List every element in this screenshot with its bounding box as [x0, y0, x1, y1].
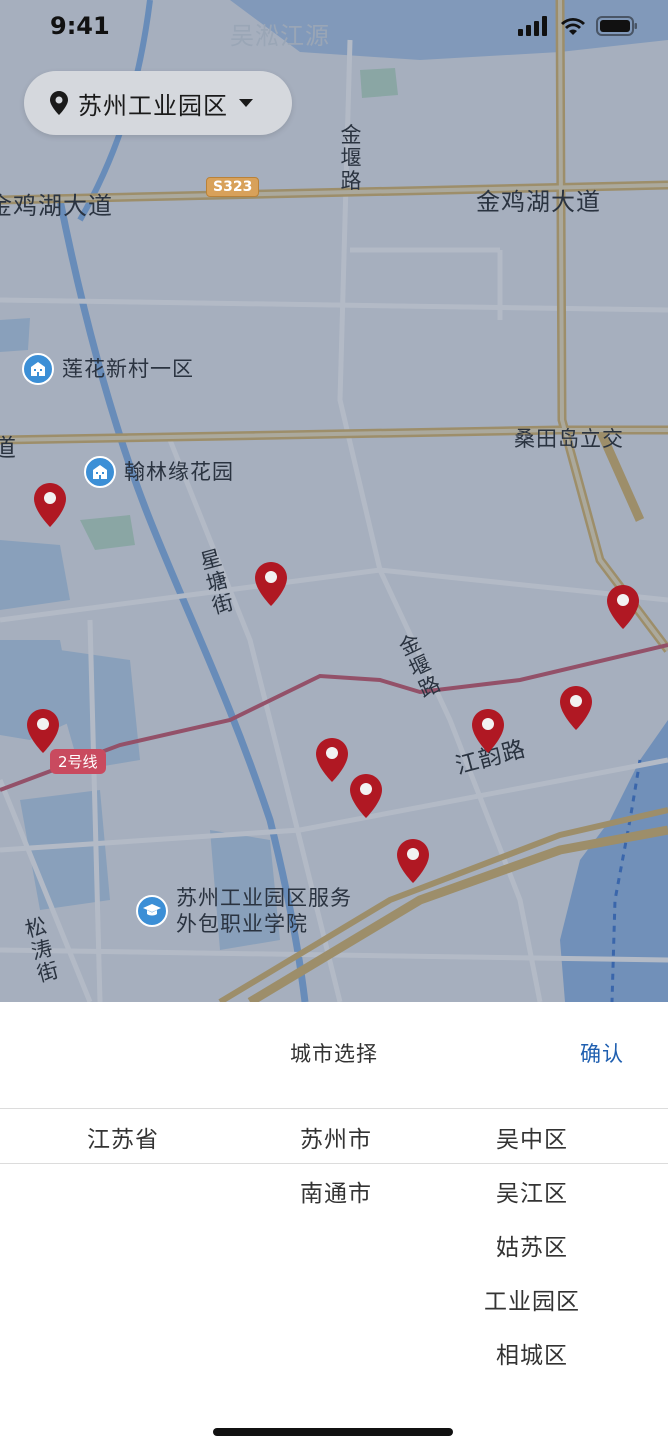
- wifi-icon: [561, 18, 585, 35]
- location-label: 苏州工业园区: [78, 91, 228, 120]
- map-pin-icon[interactable]: [472, 709, 504, 753]
- city-option[interactable]: 南通市: [225, 1174, 447, 1208]
- poi-label-line1: 苏州工业园区服务: [176, 886, 352, 910]
- map-label-jinyan-top: 金堰路: [340, 123, 362, 193]
- map-label-road-west: 金鸡湖大道: [0, 192, 113, 220]
- status-time: 9:41: [50, 12, 110, 40]
- map-dim-overlay: [0, 0, 668, 1002]
- map-label-road-left-edge: 道: [0, 434, 17, 462]
- district-option[interactable]: 吴中区: [421, 1120, 643, 1154]
- building-icon: [22, 353, 54, 385]
- poi-label: 莲花新村一区: [62, 357, 194, 381]
- poi-label: 翰林缘花园: [124, 460, 234, 484]
- map-label-road-east: 金鸡湖大道: [476, 188, 601, 216]
- district-option[interactable]: 姑苏区: [421, 1228, 643, 1262]
- map-view[interactable]: 吴淞江源 金鸡湖大道 金鸡湖大道 桑田岛立交 道 江韵路 金堰路 星塘街 金堰路…: [0, 0, 668, 1002]
- poi-college[interactable]: 苏州工业园区服务 外包职业学院: [136, 885, 352, 937]
- building-icon: [84, 456, 116, 488]
- map-pin-icon[interactable]: [350, 774, 382, 818]
- map-pin-icon[interactable]: [607, 585, 639, 629]
- map-pin-icon[interactable]: [316, 738, 348, 782]
- map-label-interchange: 桑田岛立交: [514, 427, 624, 451]
- province-option[interactable]: 江苏省: [12, 1120, 234, 1154]
- poi-label: 苏州工业园区服务 外包职业学院: [176, 885, 352, 937]
- map-pin-icon[interactable]: [27, 709, 59, 753]
- status-icons: [518, 16, 638, 36]
- map-pin-icon[interactable]: [255, 562, 287, 606]
- status-bar: 9:41: [0, 0, 668, 56]
- map-pin-icon[interactable]: [34, 483, 66, 527]
- route-shield-s323: S323: [206, 177, 260, 197]
- location-selector[interactable]: 苏州工业园区: [24, 71, 292, 135]
- district-option[interactable]: 相城区: [421, 1336, 643, 1370]
- map-pin-icon[interactable]: [397, 839, 429, 883]
- cellular-signal-icon: [518, 16, 547, 36]
- district-option[interactable]: 工业园区: [421, 1282, 643, 1316]
- district-option[interactable]: 吴江区: [421, 1174, 643, 1208]
- city-picker-sheet: 城市选择 确认 江苏省 苏州市 南通市 吴中区 吴江区 姑苏区 工业园区 相城区: [0, 1002, 668, 1450]
- poi-label-line2: 外包职业学院: [176, 912, 308, 936]
- home-indicator[interactable]: [213, 1428, 453, 1436]
- battery-icon: [596, 16, 637, 36]
- caret-down-icon: [239, 99, 253, 107]
- poi-lianhua[interactable]: 莲花新村一区: [22, 353, 194, 385]
- confirm-button[interactable]: 确认: [580, 1038, 624, 1068]
- poi-hanlinyuan[interactable]: 翰林缘花园: [84, 456, 234, 488]
- picker-title: 城市选择: [290, 1042, 378, 1066]
- city-option[interactable]: 苏州市: [225, 1120, 447, 1154]
- map-pin-icon[interactable]: [560, 686, 592, 730]
- location-pin-icon: [50, 91, 68, 115]
- school-icon: [136, 895, 168, 927]
